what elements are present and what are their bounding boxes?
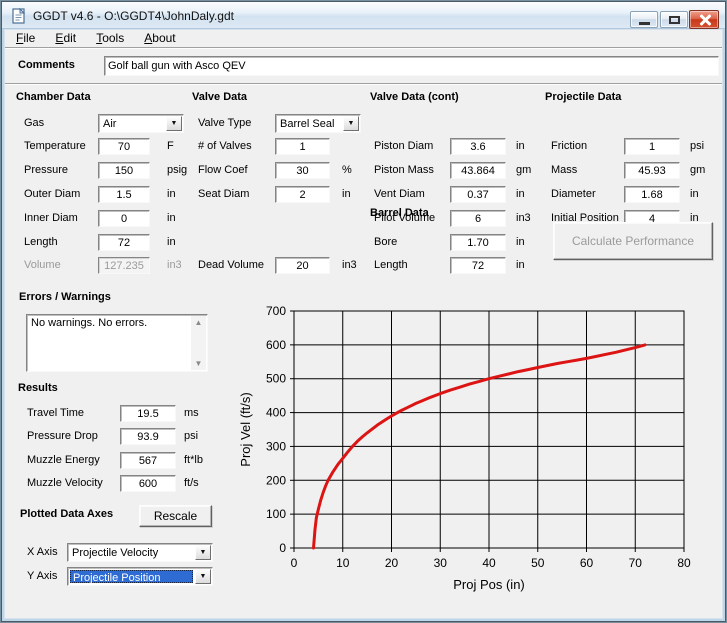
projectile-data-title: Projectile Data — [545, 91, 621, 103]
y-tick-label: 500 — [266, 372, 286, 386]
menu-bar: File Edit Tools About — [5, 30, 722, 47]
barrel-length-label: Length — [374, 259, 408, 271]
maximize-icon — [669, 16, 680, 24]
minimize-button[interactable] — [630, 11, 658, 28]
scroll-down-icon[interactable]: ▼ — [191, 357, 206, 370]
pressure-drop-field — [120, 428, 176, 445]
y-tick-label: 100 — [266, 507, 286, 521]
x-tick-label: 10 — [336, 556, 350, 570]
menu-edit[interactable]: Edit — [53, 30, 78, 46]
menu-divider — [5, 47, 722, 49]
y-axis-title: Proj Vel (ft/s) — [238, 392, 253, 466]
comments-input[interactable] — [104, 56, 719, 76]
x-tick-label: 40 — [482, 556, 496, 570]
menu-tools[interactable]: Tools — [94, 30, 126, 46]
x-tick-label: 80 — [677, 556, 691, 570]
proj-diameter-label: Diameter — [551, 188, 596, 200]
y-tick-label: 200 — [266, 473, 286, 487]
menu-about[interactable]: About — [142, 30, 177, 46]
scroll-up-icon[interactable]: ▲ — [191, 316, 206, 329]
proj-diameter-unit: in — [690, 188, 699, 200]
maximize-button[interactable] — [660, 11, 688, 28]
proj-mass-label: Mass — [551, 164, 577, 176]
muzzle-velocity-field — [120, 475, 176, 492]
errors-warnings-text: No warnings. No errors. — [31, 317, 189, 329]
errors-warnings-title: Errors / Warnings — [19, 291, 111, 303]
muzzle-energy-label: Muzzle Energy — [27, 454, 100, 466]
window-title: GGDT v4.6 - O:\GGDT4\JohnDaly.gdt — [33, 9, 234, 23]
y-axis-select[interactable]: Projectile Position ▼ — [67, 567, 213, 586]
rescale-button[interactable]: Rescale — [139, 505, 212, 527]
bore-unit: in — [516, 236, 525, 248]
pressure-drop-label: Pressure Drop — [27, 430, 98, 442]
valve-type-label: Valve Type — [198, 117, 251, 129]
comments-divider — [5, 83, 722, 85]
x-tick-label: 0 — [291, 556, 298, 570]
y-tick-label: 700 — [266, 304, 286, 318]
results-title: Results — [18, 382, 58, 394]
close-icon — [699, 14, 711, 26]
muzzle-energy-unit: ft*lb — [184, 454, 203, 466]
barrel-length-field[interactable] — [450, 257, 506, 274]
errors-warnings-box[interactable]: No warnings. No errors. ▲ ▼ — [26, 314, 208, 372]
valve-data-cont-title: Valve Data (cont) — [370, 91, 459, 103]
comments-label: Comments — [18, 59, 75, 71]
close-button[interactable] — [689, 10, 719, 29]
y-axis-label: Y Axis — [27, 570, 57, 582]
friction-unit: psi — [690, 140, 704, 152]
x-tick-label: 20 — [385, 556, 399, 570]
chevron-down-icon[interactable]: ▼ — [343, 116, 359, 131]
y-tick-label: 400 — [266, 406, 286, 420]
barrel-length-unit: in — [516, 259, 525, 271]
proj-diameter-field[interactable] — [624, 186, 680, 203]
app-icon — [11, 8, 27, 24]
chevron-down-icon[interactable]: ▼ — [195, 569, 211, 584]
bore-field[interactable] — [450, 234, 506, 251]
y-tick-label: 300 — [266, 439, 286, 453]
errors-scrollbar[interactable]: ▲ ▼ — [191, 316, 206, 370]
friction-label: Friction — [551, 140, 587, 152]
app-window: GGDT v4.6 - O:\GGDT4\JohnDaly.gdt File E… — [0, 0, 727, 623]
muzzle-velocity-label: Muzzle Velocity — [27, 477, 103, 489]
friction-field[interactable] — [624, 138, 680, 155]
x-axis-title: Proj Pos (in) — [453, 577, 525, 592]
proj-mass-field[interactable] — [624, 162, 680, 179]
pressure-drop-unit: psi — [184, 430, 198, 442]
x-axis-select[interactable]: Projectile Velocity ▼ — [67, 543, 213, 562]
menu-file[interactable]: File — [14, 30, 37, 46]
y-tick-label: 0 — [279, 541, 286, 555]
travel-time-label: Travel Time — [27, 407, 84, 419]
velocity-position-chart: 0 10 20 30 40 50 60 70 80 0 100 200 300 400 500 600 700 P… — [232, 294, 727, 604]
valve-data-title: Valve Data — [192, 91, 247, 103]
muzzle-energy-field — [120, 452, 176, 469]
chevron-down-icon[interactable]: ▼ — [195, 545, 211, 560]
client-area: File Edit Tools About Comments Chamber D… — [4, 29, 723, 619]
title-bar[interactable]: GGDT v4.6 - O:\GGDT4\JohnDaly.gdt — [2, 2, 725, 29]
travel-time-unit: ms — [184, 407, 199, 419]
chamber-data-title: Chamber Data — [16, 91, 91, 103]
x-tick-label: 30 — [434, 556, 448, 570]
x-axis-label: X Axis — [27, 546, 58, 558]
valve-type-select[interactable]: Barrel Seal ▼ — [275, 114, 361, 133]
x-tick-label: 50 — [531, 556, 545, 570]
proj-mass-unit: gm — [690, 164, 705, 176]
x-tick-label: 70 — [629, 556, 643, 570]
plotted-data-axes-title: Plotted Data Axes — [20, 508, 113, 520]
bore-label: Bore — [374, 236, 397, 248]
calculate-performance-button[interactable]: Calculate Performance — [553, 222, 713, 260]
x-tick-label: 60 — [580, 556, 594, 570]
minimize-icon — [639, 22, 650, 25]
travel-time-field — [120, 405, 176, 422]
muzzle-velocity-unit: ft/s — [184, 477, 199, 489]
y-tick-label: 600 — [266, 338, 286, 352]
